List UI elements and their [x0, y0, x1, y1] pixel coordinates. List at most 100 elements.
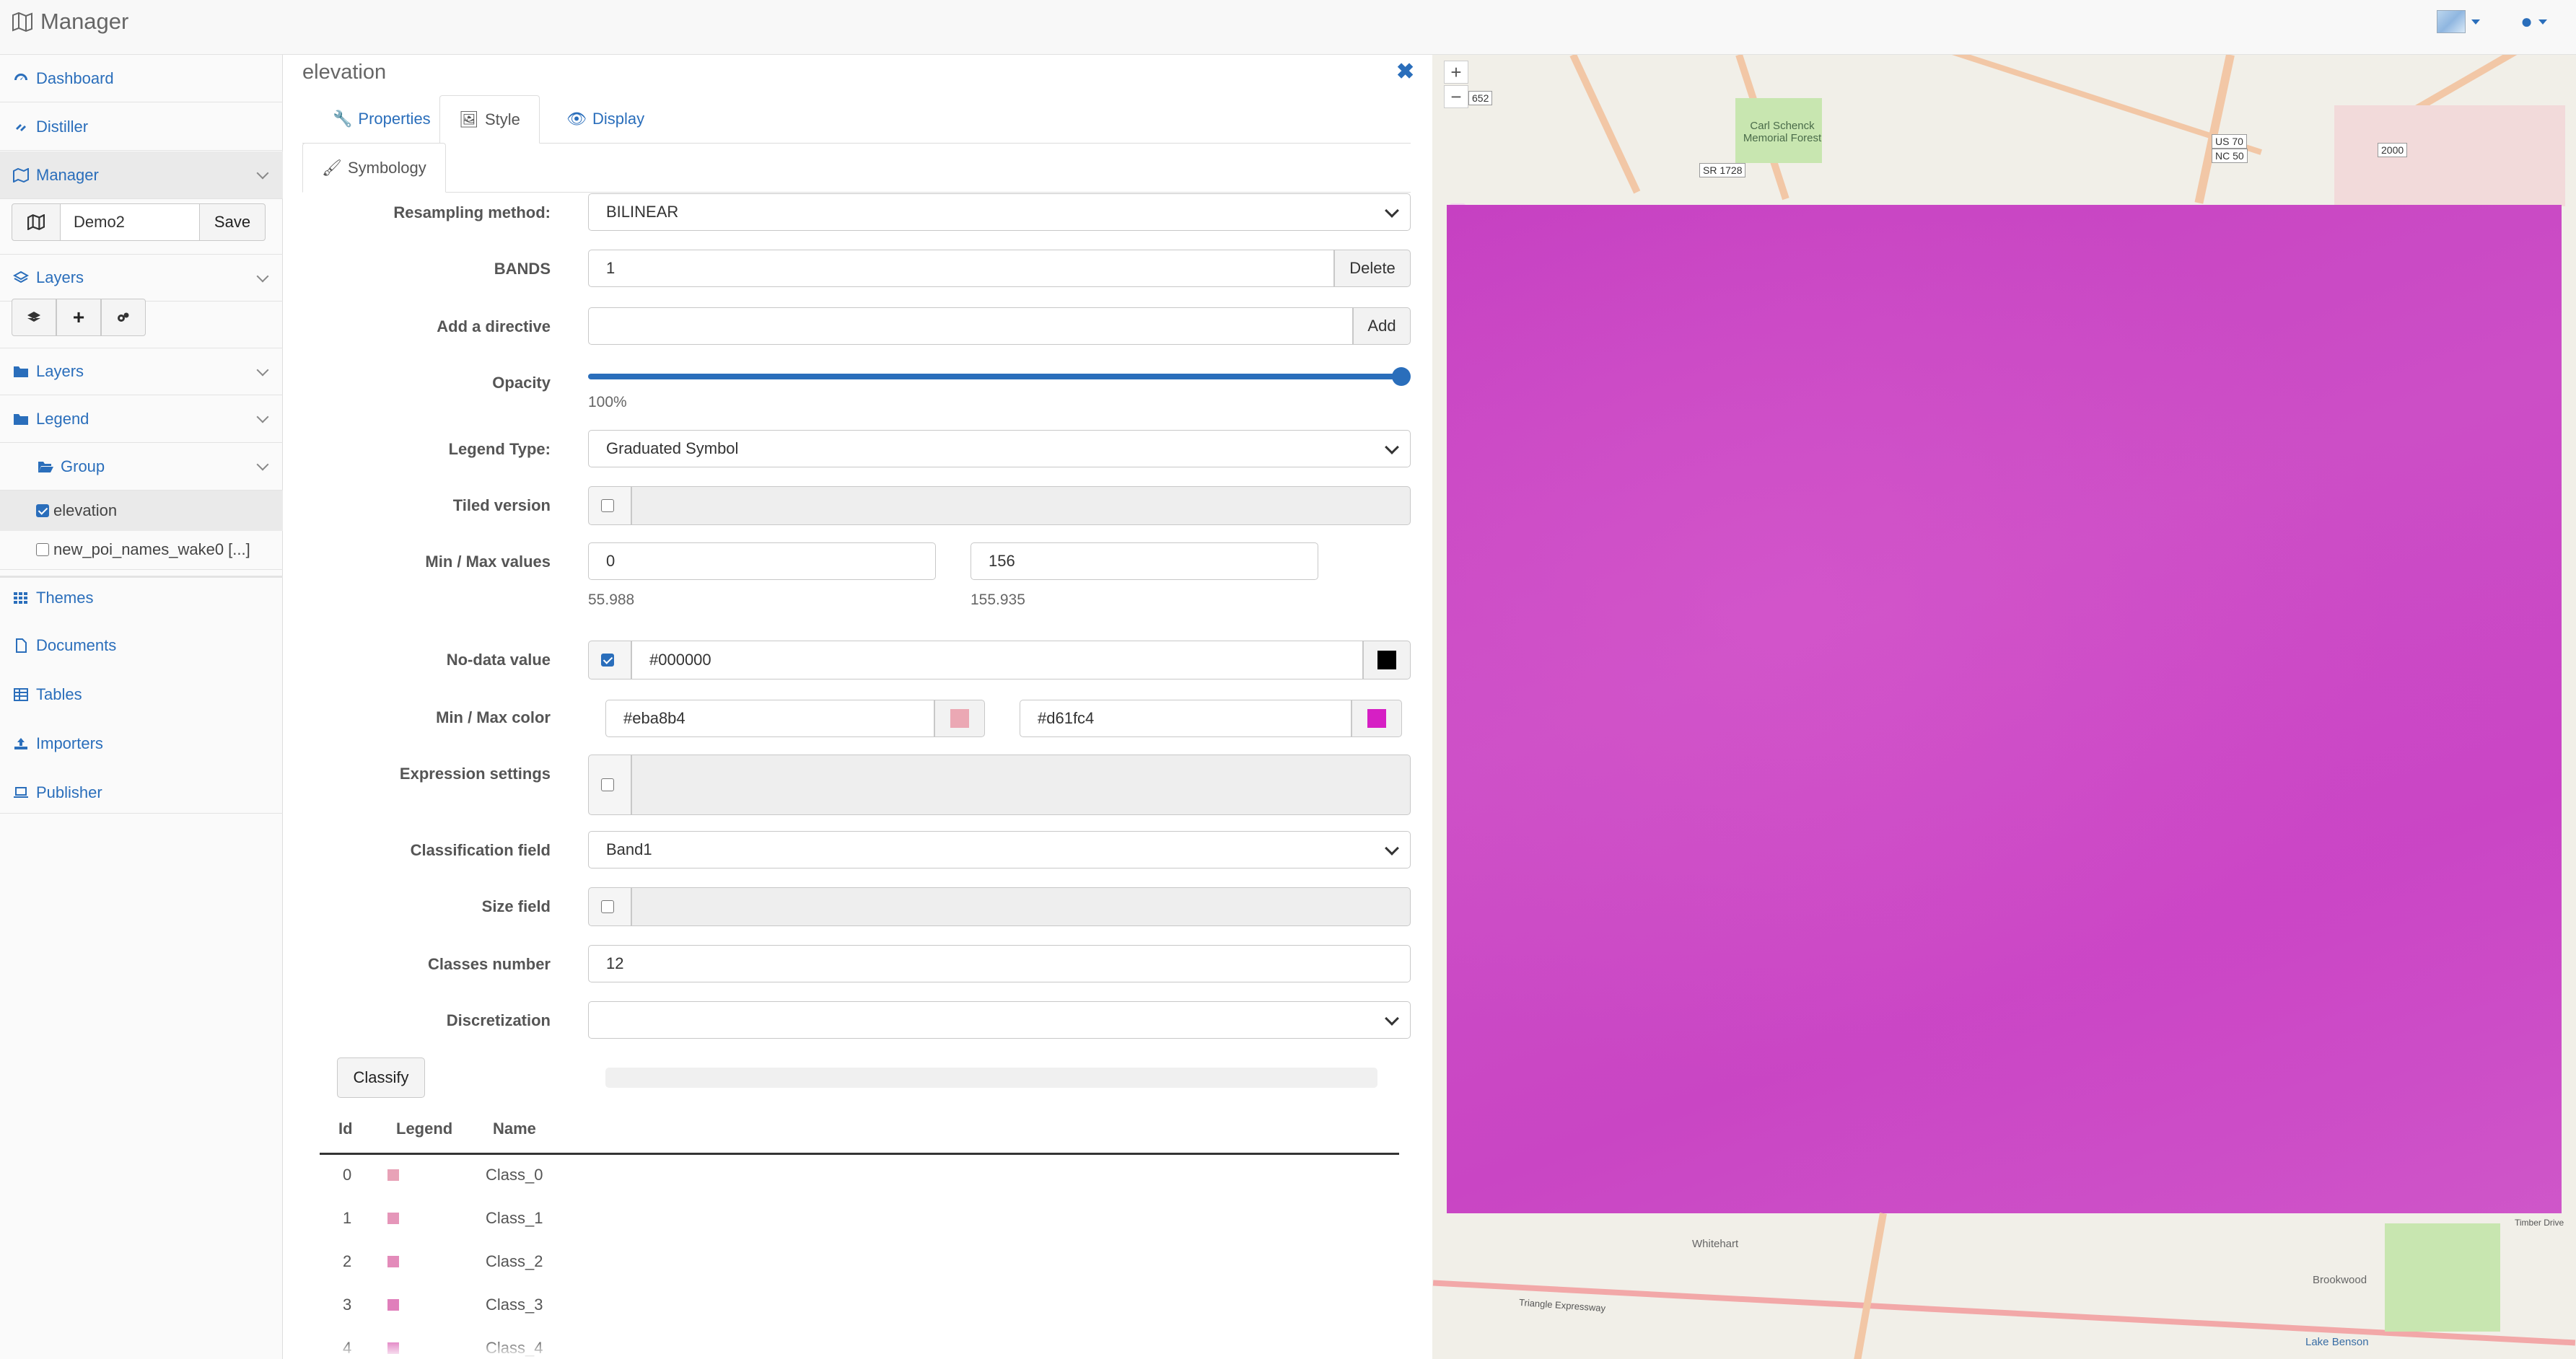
size-checkbox[interactable] — [601, 900, 614, 913]
sidebar-item-group[interactable]: Group — [0, 443, 283, 491]
expression-checkbox[interactable] — [601, 778, 614, 791]
sidebar-item-layers[interactable]: Layers — [0, 254, 283, 302]
select-value: Graduated Symbol — [606, 439, 739, 457]
color-swatch — [950, 709, 969, 728]
language-dropdown[interactable] — [2437, 10, 2481, 33]
chevron-down-icon — [256, 410, 269, 423]
layer-toolbar: + — [12, 299, 146, 336]
color-swatch — [1367, 709, 1386, 728]
sidebar-item-manager[interactable]: Manager — [0, 151, 283, 199]
tab-properties[interactable]: 🔧 Properties — [314, 95, 450, 143]
tiled-checkbox[interactable] — [601, 499, 614, 512]
map-icon — [13, 167, 29, 182]
table-cell-id: 1 — [343, 1209, 352, 1227]
sidebar-item-label: Legend — [36, 409, 89, 428]
sidebar-item-label: Distiller — [36, 117, 89, 136]
min-color-input[interactable]: #eba8b4 — [605, 700, 934, 737]
map-picker-button[interactable] — [12, 203, 61, 241]
opacity-slider[interactable] — [588, 365, 1411, 388]
tab-display[interactable]: 👁 Display — [548, 95, 663, 143]
zoom-in-button[interactable]: + — [1444, 61, 1468, 84]
classes-input[interactable]: 12 — [588, 945, 1411, 982]
sidebar-item-legend[interactable]: Legend — [0, 395, 283, 443]
chevron-down-icon — [256, 458, 269, 471]
map-name-input[interactable] — [61, 203, 199, 241]
legend-type-select[interactable]: Graduated Symbol — [588, 430, 1411, 467]
scroll-fade — [284, 1339, 1432, 1359]
layer-visibility-checkbox[interactable] — [36, 542, 49, 556]
folder-icon — [14, 366, 28, 377]
nodata-color-picker[interactable] — [1363, 641, 1411, 680]
classify-progress — [605, 1068, 1377, 1088]
directive-label: Add a directive — [437, 317, 551, 335]
sidebar-item-documents[interactable]: Documents — [0, 625, 283, 667]
chevron-down-icon — [2471, 19, 2481, 25]
discretization-select[interactable] — [588, 1001, 1411, 1039]
slider-fill — [588, 374, 1401, 379]
min-value-input[interactable]: 0 — [588, 542, 936, 580]
sidebar-item-label: Dashboard — [36, 69, 114, 87]
max-value-input[interactable]: 156 — [971, 542, 1318, 580]
directive-input[interactable] — [588, 307, 1353, 345]
sidebar-item-dashboard[interactable]: Dashboard — [0, 55, 283, 102]
bands-input[interactable]: 1 — [588, 250, 1334, 287]
add-layer-button[interactable]: + — [56, 299, 101, 336]
sidebar-item-publisher[interactable]: Publisher — [0, 772, 283, 814]
table-cell-id: 2 — [343, 1252, 352, 1270]
nodata-input[interactable]: #000000 — [631, 641, 1363, 680]
tab-label: Style — [484, 110, 520, 128]
max-color-input[interactable]: #d61fc4 — [1020, 700, 1351, 737]
sidebar-item-importers[interactable]: Importers — [0, 723, 283, 765]
upload-icon — [14, 738, 27, 749]
map-canvas[interactable]: Carl Schenck Memorial Forest SR 1728 US … — [1432, 55, 2576, 1359]
input-value: #000000 — [649, 651, 711, 669]
user-menu[interactable]: ● — [2520, 10, 2547, 33]
sidebar-item-tables[interactable]: Tables — [0, 674, 283, 716]
app-brand[interactable]: Manager — [12, 9, 128, 35]
slider-handle[interactable] — [1392, 367, 1411, 386]
tab-style[interactable]: 🖼 Style — [439, 95, 540, 144]
layers-stack-button[interactable] — [12, 299, 56, 336]
minmax-values-label: Min / Max values — [425, 553, 551, 571]
add-directive-button[interactable]: Add — [1353, 307, 1411, 345]
classify-button[interactable]: Classify — [337, 1057, 425, 1098]
min-color-picker[interactable] — [934, 700, 985, 737]
tab-symbology[interactable]: 🖌 Symbology — [302, 143, 446, 193]
layer-item-new-poi-names[interactable]: new_poi_names_wake0 [...] — [0, 529, 283, 570]
chevron-down-icon — [256, 270, 269, 283]
eye-icon: 👁 — [566, 110, 587, 128]
map-label-whitehart: Whitehart — [1692, 1238, 1739, 1250]
plus-icon: + — [72, 306, 85, 328]
layer-item-elevation[interactable]: elevation — [0, 491, 283, 531]
sidebar-item-themes[interactable]: Themes — [0, 576, 283, 617]
sidebar-item-distiller[interactable]: Distiller — [0, 103, 283, 151]
close-icon[interactable]: ✖ — [1396, 59, 1414, 84]
zoom-out-button[interactable]: − — [1444, 85, 1468, 108]
subtab-bar: 🖌 Symbology — [302, 143, 1411, 193]
color-swatch — [1377, 651, 1396, 669]
elevation-raster-layer — [1447, 205, 2562, 1213]
save-button[interactable]: Save — [199, 203, 266, 241]
map-label-timber: Timber Drive — [2515, 1218, 2564, 1228]
size-field-label: Size field — [481, 897, 551, 915]
classes-label: Classes number — [428, 955, 551, 973]
map-road — [1853, 1213, 1887, 1359]
layer-settings-button[interactable] — [101, 299, 146, 336]
max-color-picker[interactable] — [1351, 700, 1402, 737]
sidebar-item-label: Publisher — [36, 783, 102, 801]
sidebar-item-label: Themes — [36, 588, 94, 607]
panel-title: elevation — [302, 61, 387, 84]
bands-label: BANDS — [494, 260, 551, 278]
delete-band-button[interactable]: Delete — [1334, 250, 1411, 287]
nodata-checkbox[interactable] — [601, 654, 614, 667]
layer-visibility-checkbox[interactable] — [36, 504, 49, 517]
sidebar-item-layers-tree[interactable]: Layers — [0, 348, 283, 395]
grid-icon — [14, 591, 27, 604]
table-cell-legend-swatch — [387, 1213, 399, 1224]
resampling-select[interactable]: BILINEAR — [588, 193, 1411, 231]
sidebar: Dashboard Distiller Manager Save Layers … — [0, 55, 283, 1359]
map-name-group: Save — [12, 203, 266, 241]
table-header-legend: Legend — [396, 1120, 453, 1138]
select-value: Band1 — [606, 840, 652, 858]
classification-select[interactable]: Band1 — [588, 831, 1411, 868]
